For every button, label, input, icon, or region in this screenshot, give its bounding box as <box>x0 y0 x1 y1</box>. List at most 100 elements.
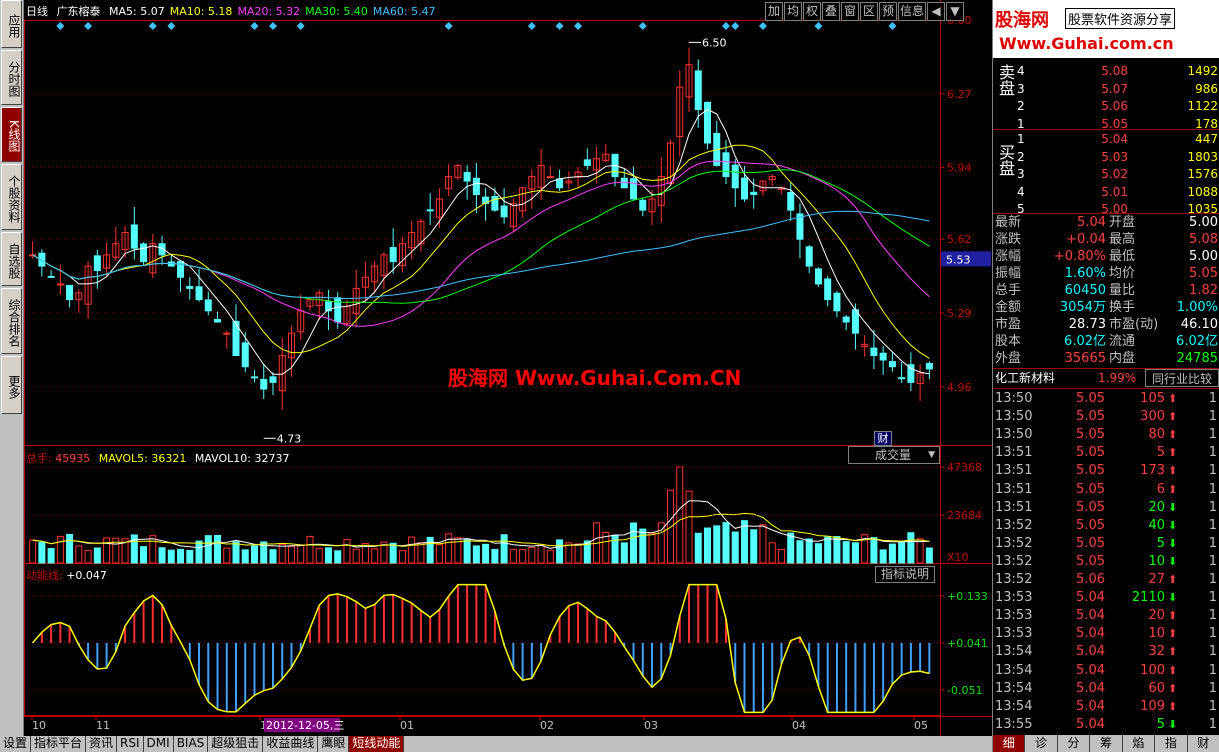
bottom-tab[interactable]: 设置 <box>0 736 32 752</box>
quote-row: 振幅 1.60% 均价 5.05 <box>993 265 1219 282</box>
quote-key: 金额 <box>995 300 1022 315</box>
right-tab[interactable]: 指 <box>1155 735 1188 752</box>
date-tick-label: 10 <box>32 719 46 732</box>
bid-price: 5.03 <box>1101 149 1128 164</box>
bid-price: 5.02 <box>1101 167 1128 181</box>
toolbar-button[interactable]: ▼ <box>946 2 964 21</box>
bottom-tab[interactable]: RSI <box>117 736 144 752</box>
left-tab-5[interactable]: 综合排名 <box>1 288 22 354</box>
quote-value: 24785 <box>1176 351 1218 366</box>
bottom-tab[interactable]: 超级狙击 <box>208 736 264 752</box>
right-tab[interactable]: 筹 <box>1090 735 1123 752</box>
volume-bar <box>842 541 850 564</box>
volume-unit-label: X10 <box>947 551 969 564</box>
quote-key: 股本 <box>995 334 1022 349</box>
volume-tick-label: 23684 <box>947 509 982 522</box>
toolbar-button[interactable]: 窗 <box>841 2 859 21</box>
toolbar-button[interactable]: ◀ <box>927 2 945 21</box>
toolbar-button[interactable]: 信息 <box>898 2 926 21</box>
volume-bar <box>777 548 785 564</box>
bottom-tab[interactable]: 资讯 <box>86 736 118 752</box>
event-diamond-icon <box>574 22 583 30</box>
tick-count: 1 <box>1208 463 1217 479</box>
tick-count: 1 <box>1208 626 1217 642</box>
ask-level: 4 <box>1017 64 1025 78</box>
quote-key: 涨跌 <box>995 232 1022 247</box>
bottom-indicator-tabs: 设置 指标平台 资讯 RSI DMI BIAS 超级狙击 收益曲线 鹰眼 短线动能 <box>0 736 992 752</box>
indicator-legend: 动能线: +0.047 <box>26 567 112 583</box>
date-tick-label: 01 <box>400 719 414 732</box>
tick-row: 13:55 5.04 5 ⬇ 1 <box>993 716 1219 734</box>
candle-body <box>583 159 591 166</box>
left-tab-1[interactable]: 分时图 <box>1 50 22 105</box>
toolbar-button[interactable]: 预 <box>879 2 897 21</box>
right-tab[interactable]: 财 <box>1188 735 1219 752</box>
bottom-tab[interactable]: 短线动能 <box>349 736 405 752</box>
arrow-up-icon: ⬆ <box>1168 663 1178 677</box>
volume-bar <box>315 547 323 564</box>
kline-chart-area[interactable]: 6.606.275.945.625.294.965.536.504.734736… <box>24 0 992 736</box>
left-tab-2[interactable]: K线图 <box>1 107 22 162</box>
tick-row: 13:52 5.05 5 ⬇ 1 <box>993 535 1219 553</box>
bottom-tab[interactable]: DMI <box>144 736 174 752</box>
indicator-help-button[interactable]: 指标说明 <box>875 566 935 583</box>
tick-volume: 109 <box>1140 698 1165 714</box>
tick-time: 13:53 <box>995 608 1033 624</box>
bottom-tab[interactable]: 收益曲线 <box>263 736 319 752</box>
right-tab[interactable]: 诊 <box>1025 735 1058 752</box>
quote-key: 最高 <box>1109 232 1136 247</box>
volume-bar <box>482 543 490 564</box>
bottom-tab[interactable]: 鹰眼 <box>318 736 350 752</box>
tick-price: 5.04 <box>1076 644 1105 660</box>
right-tab[interactable]: 分 <box>1058 735 1091 752</box>
volume-bar <box>38 541 46 564</box>
candle-body <box>740 177 748 200</box>
bottom-tab[interactable]: 指标平台 <box>31 736 87 752</box>
right-tab[interactable]: 焰 <box>1123 735 1156 752</box>
tick-price: 5.04 <box>1076 626 1105 642</box>
volume-bar <box>556 539 564 564</box>
bottom-tab[interactable]: BIAS <box>174 736 209 752</box>
indicator-line <box>32 583 930 714</box>
toolbar-button[interactable]: 权 <box>803 2 821 21</box>
tick-price: 5.05 <box>1076 499 1105 515</box>
right-tab[interactable]: 细 <box>993 735 1026 752</box>
volume-bar <box>491 548 499 564</box>
left-tab-3[interactable]: 个股资料 <box>1 164 22 230</box>
toolbar-button[interactable]: 叠 <box>822 2 840 21</box>
quote-row: 最新 5.04 开盘 5.00 <box>993 214 1219 231</box>
tick-time: 13:51 <box>995 499 1033 515</box>
sector-name[interactable]: 化工新材料 <box>995 369 1055 387</box>
tick-time: 13:54 <box>995 698 1033 714</box>
toolbar-button[interactable]: 均 <box>784 2 802 21</box>
volume-bar <box>768 542 776 564</box>
left-tab-4[interactable]: 自选股 <box>1 232 22 286</box>
tick-time: 13:50 <box>995 427 1033 443</box>
ask-volume: 1122 <box>1187 99 1218 113</box>
tick-price: 5.05 <box>1076 553 1105 569</box>
tick-row: 13:53 5.04 10 ⬆ 1 <box>993 625 1219 643</box>
volume-bar <box>472 545 480 564</box>
candle-body <box>426 209 434 212</box>
arrow-up-icon: ⬆ <box>1168 392 1178 405</box>
tick-time: 13:52 <box>995 553 1033 569</box>
quote-value: 35665 <box>1064 351 1106 366</box>
industry-compare-button[interactable]: 同行业比较 <box>1145 369 1219 387</box>
volume-bar <box>306 535 314 564</box>
bid-level: 3 <box>1017 167 1025 181</box>
left-tab-0[interactable]: 应用 <box>1 0 22 48</box>
tick-price: 5.04 <box>1076 698 1105 714</box>
quote-row: 金额 3054万 换手 1.00% <box>993 299 1219 316</box>
tick-volume: 5 <box>1156 535 1165 551</box>
left-tab-6[interactable]: 更多 <box>1 356 22 414</box>
ma-legend: 日线 广东榕泰 MA5: 5.07 MA10: 5.18 MA20: 5.32 MA3… <box>26 3 446 19</box>
finance-marker[interactable]: 财 <box>874 431 892 446</box>
toolbar-button[interactable]: 区 <box>860 2 878 21</box>
ask-price: 5.08 <box>1101 64 1128 78</box>
tick-time: 13:51 <box>995 463 1033 479</box>
quote-key: 量比 <box>1109 283 1136 298</box>
toolbar-button[interactable]: 加 <box>765 2 783 21</box>
arrow-down-icon: ⬇ <box>1168 554 1178 568</box>
volume-legend: 总手: 45935 MAVOL5: 36321 MAVOL10: 32737 <box>26 450 294 466</box>
volume-indicator-select[interactable]: 成交量 ▼ <box>848 446 940 464</box>
